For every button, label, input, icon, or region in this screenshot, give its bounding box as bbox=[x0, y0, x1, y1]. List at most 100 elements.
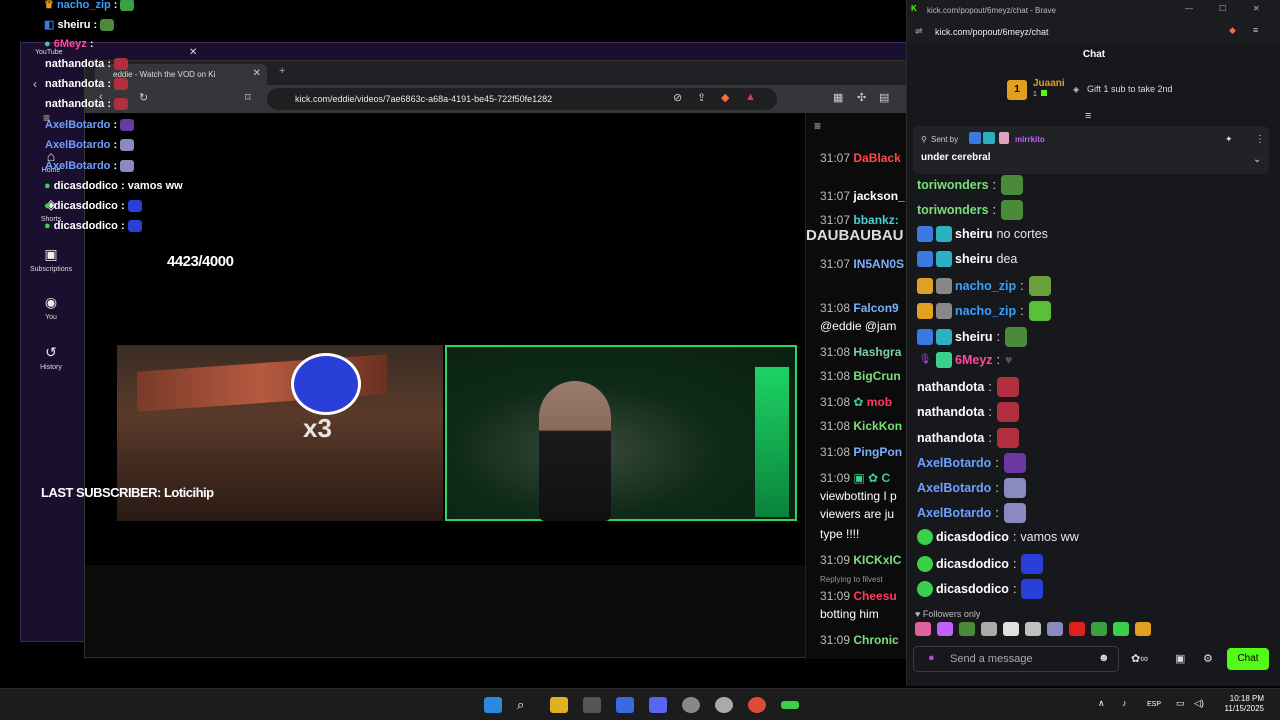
rail-subscriptions[interactable]: ▣ Subscriptions bbox=[20, 246, 82, 273]
extension-icon[interactable]: ▦ bbox=[833, 91, 843, 104]
vod-user[interactable]: DaBlack bbox=[853, 151, 900, 165]
emote[interactable] bbox=[915, 622, 931, 636]
app-icon[interactable] bbox=[616, 697, 634, 713]
emoji-icon[interactable]: ☻ bbox=[1098, 652, 1110, 664]
emote[interactable] bbox=[981, 622, 997, 636]
vod-user[interactable]: KICKxIC bbox=[853, 553, 901, 567]
tab-close-icon[interactable]: ✕ bbox=[253, 68, 261, 79]
vod-user[interactable]: Cheesu bbox=[853, 589, 896, 603]
chat-username[interactable]: dicasdodico bbox=[936, 557, 1009, 571]
popout-url-bar[interactable]: ⇌ kick.com/popout/6meyz/chat ◆ ≡ bbox=[907, 20, 1280, 42]
sidebar-icon[interactable]: ▤ bbox=[879, 91, 889, 104]
emote[interactable] bbox=[1135, 622, 1151, 636]
search-icon[interactable]: ⌕ bbox=[517, 697, 535, 713]
chat-username[interactable]: AxelBotardo bbox=[917, 506, 991, 520]
back-arrow-icon[interactable]: ‹ bbox=[33, 77, 37, 91]
chat-username[interactable]: nathandota bbox=[917, 380, 984, 394]
volume-icon[interactable]: ◁) bbox=[1194, 698, 1204, 709]
url-text[interactable]: kick.com/eddie/videos/7ae6863c-a68a-4191… bbox=[295, 94, 552, 104]
vod-user[interactable]: IN5AN0S bbox=[853, 257, 904, 271]
popout-url[interactable]: kick.com/popout/6meyz/chat bbox=[935, 27, 1049, 37]
new-tab-icon[interactable]: + bbox=[279, 65, 285, 77]
rail-you[interactable]: ◉ You bbox=[20, 294, 82, 321]
vod-user[interactable]: Chronic bbox=[853, 633, 898, 647]
gift-sub-cta[interactable]: Gift 1 sub to take 2nd bbox=[1087, 84, 1173, 94]
steam-icon[interactable] bbox=[715, 697, 733, 713]
chat-username[interactable]: nacho_zip bbox=[955, 304, 1016, 318]
unpin-icon[interactable]: ✦ bbox=[1225, 134, 1233, 145]
chrome-icon[interactable] bbox=[748, 697, 766, 713]
puzzle-icon[interactable]: ✣ bbox=[857, 91, 866, 104]
message-input[interactable]: ● Send a message ☻ bbox=[913, 646, 1119, 672]
rail-history[interactable]: ↺ History bbox=[20, 344, 82, 371]
mic-tray-icon[interactable]: ♪ bbox=[1122, 698, 1127, 708]
chat-username[interactable]: AxelBotardo bbox=[917, 456, 991, 470]
share-icon[interactable]: ⇪ bbox=[697, 91, 706, 104]
pinned-sender[interactable]: mirrkito bbox=[1015, 135, 1045, 144]
chat-username[interactable]: sheiru bbox=[955, 330, 993, 344]
system-clock[interactable]: 10:18 PM 11/15/2025 bbox=[1212, 694, 1264, 714]
chat-username[interactable]: nathandota bbox=[917, 431, 984, 445]
chat-username[interactable]: toriwonders bbox=[917, 203, 989, 217]
maximize-icon[interactable]: ☐ bbox=[1219, 4, 1226, 13]
network-icon[interactable]: ▭ bbox=[1176, 698, 1185, 709]
kick-icon[interactable] bbox=[781, 701, 799, 709]
brave-rewards-icon[interactable]: ▲ bbox=[745, 91, 756, 103]
minimize-icon[interactable]: — bbox=[1185, 4, 1193, 13]
vod-user[interactable]: Falcon9 bbox=[853, 301, 898, 315]
vod-user[interactable]: BigCrun bbox=[853, 369, 900, 383]
vod-user[interactable]: PingPon bbox=[853, 445, 902, 459]
store-icon[interactable] bbox=[583, 697, 601, 713]
video-player[interactable]: 4423/4000 x3 LAST SUBSCRIBER: Loticihip bbox=[41, 113, 805, 565]
emote[interactable] bbox=[1003, 622, 1019, 636]
chat-username[interactable]: 6Meyz bbox=[955, 353, 993, 367]
discord-icon[interactable] bbox=[649, 697, 667, 713]
chat-username[interactable]: nathandota bbox=[917, 405, 984, 419]
mute-icon[interactable]: ⊘ bbox=[673, 91, 682, 104]
vod-user[interactable]: mob bbox=[867, 395, 892, 409]
vod-time: 31:09 bbox=[820, 589, 851, 603]
tray-chevron-icon[interactable]: ∧ bbox=[1098, 698, 1105, 709]
emote[interactable] bbox=[1047, 622, 1063, 636]
vod-user[interactable]: jackson_ bbox=[853, 189, 904, 203]
chat-username[interactable]: dicasdodico bbox=[936, 582, 1009, 596]
bookmark-icon[interactable]: ⌑ bbox=[245, 91, 251, 104]
browser-menu-icon[interactable]: ≡ bbox=[1253, 25, 1258, 35]
emote[interactable] bbox=[959, 622, 975, 636]
chat-username[interactable]: dicasdodico bbox=[936, 530, 1009, 544]
site-info-icon[interactable]: ⇌ bbox=[915, 26, 923, 37]
more-options-icon[interactable]: ⋮ bbox=[1255, 134, 1265, 145]
vod-user[interactable]: C bbox=[881, 471, 890, 485]
chevron-down-icon[interactable]: ⌄ bbox=[1253, 154, 1261, 165]
emote[interactable] bbox=[1113, 622, 1129, 636]
settings-gear-icon[interactable]: ⚙ bbox=[1203, 652, 1213, 665]
emote[interactable] bbox=[1069, 622, 1085, 636]
vod-user[interactable]: Hashgra bbox=[853, 345, 901, 359]
gift-icon[interactable]: ▣ bbox=[1175, 652, 1185, 665]
youtube-tab-label[interactable]: YouTube bbox=[35, 49, 63, 56]
send-chat-button[interactable]: Chat bbox=[1227, 648, 1269, 670]
chat-username[interactable]: AxelBotardo bbox=[917, 481, 991, 495]
youtube-tab-close-icon[interactable]: ✕ bbox=[189, 47, 197, 58]
gifter-name[interactable]: Juaani bbox=[1033, 78, 1065, 89]
points-icon[interactable]: ✿∞ bbox=[1131, 652, 1148, 665]
vod-user[interactable]: bbankz: bbox=[853, 213, 898, 227]
file-explorer-icon[interactable] bbox=[550, 697, 568, 713]
chat-username[interactable]: sheiru bbox=[955, 227, 993, 241]
chat-username[interactable]: toriwonders bbox=[917, 178, 989, 192]
brave-shield-icon[interactable]: ◆ bbox=[721, 91, 729, 104]
chat-username[interactable]: sheiru bbox=[955, 252, 993, 266]
emote[interactable] bbox=[1091, 622, 1107, 636]
vod-user[interactable]: KickKon bbox=[853, 419, 902, 433]
chat-menu-icon[interactable]: ≡ bbox=[814, 119, 821, 133]
obs-icon[interactable] bbox=[682, 697, 700, 713]
chat-username[interactable]: nacho_zip bbox=[955, 279, 1016, 293]
reload-icon[interactable]: ↻ bbox=[139, 91, 148, 104]
window-close-icon[interactable]: ✕ bbox=[1253, 4, 1260, 13]
collapse-icon[interactable]: ≡ bbox=[1085, 110, 1091, 122]
language-indicator[interactable]: ESP bbox=[1147, 701, 1161, 708]
emote[interactable] bbox=[1025, 622, 1041, 636]
start-icon[interactable] bbox=[484, 697, 502, 713]
emote[interactable] bbox=[937, 622, 953, 636]
brave-shield-icon[interactable]: ◆ bbox=[1229, 25, 1236, 36]
